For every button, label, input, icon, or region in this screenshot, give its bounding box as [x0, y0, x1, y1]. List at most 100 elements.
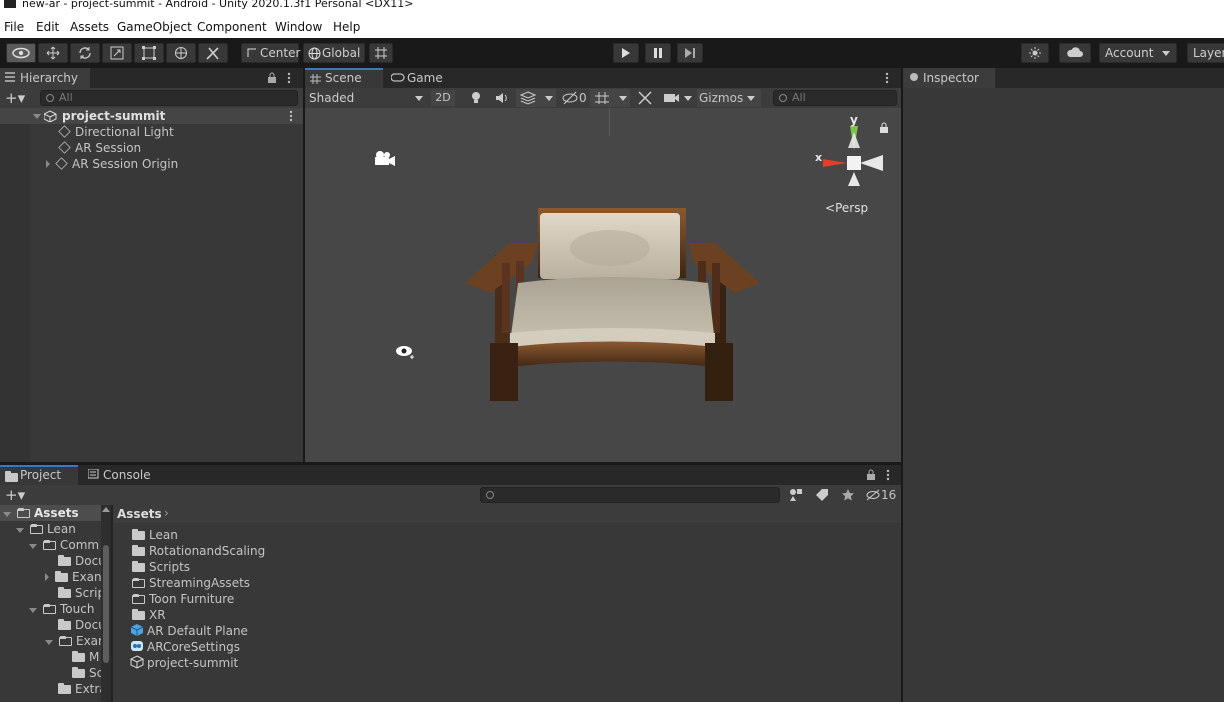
pause-button[interactable] [645, 43, 671, 63]
move-tool-button[interactable] [38, 43, 68, 63]
asset-folder-xr[interactable]: XR [132, 607, 166, 623]
more-options-icon[interactable] [886, 469, 890, 481]
play-button[interactable] [613, 43, 639, 63]
expand-arrow-icon[interactable] [45, 573, 49, 581]
lock-icon[interactable] [267, 72, 277, 83]
layers-dropdown[interactable]: Layers [1187, 43, 1224, 63]
menu-gameobject[interactable]: GameObject [117, 20, 192, 34]
gizmos-dropdown[interactable]: Gizmos [697, 89, 761, 107]
menu-help[interactable]: Help [333, 20, 360, 34]
tree-item-touch[interactable]: Touch [29, 601, 94, 617]
projection-toggle[interactable]: <Persp [825, 201, 868, 215]
scene-viewport[interactable]: y x <Persp [305, 108, 901, 462]
asset-folder-rotationandscaling[interactable]: RotationandScaling [132, 543, 265, 559]
asset-folder-scripts[interactable]: Scripts [132, 559, 190, 575]
tree-item-touch-examples[interactable]: Exan [45, 633, 106, 649]
camera-gizmo-icon[interactable] [373, 150, 397, 168]
more-options-icon[interactable] [287, 72, 291, 84]
draw-mode-dropdown[interactable]: Shaded [309, 90, 425, 106]
create-asset-button[interactable]: +▾ [5, 486, 25, 504]
effects-dropdown[interactable] [516, 89, 556, 107]
tab-project[interactable]: Project [0, 465, 78, 485]
asset-folder-streamingassets[interactable]: StreamingAssets [132, 575, 250, 591]
menu-edit[interactable]: Edit [36, 20, 59, 34]
hidden-packages-icon[interactable] [866, 489, 881, 501]
tree-item-assets[interactable]: Assets [3, 505, 79, 521]
gizmo-lock-icon[interactable] [879, 122, 889, 133]
cloud-icon [1067, 47, 1083, 57]
hidden-objects-icon[interactable] [562, 91, 578, 105]
collapse-arrow-icon[interactable] [16, 528, 24, 533]
account-dropdown[interactable]: Account [1099, 43, 1177, 63]
camera-settings-dropdown[interactable] [662, 89, 696, 107]
tree-item-extras[interactable]: Extra [58, 681, 107, 697]
scene-more-icon[interactable] [885, 72, 889, 84]
collapse-arrow-icon[interactable] [29, 608, 37, 613]
hierarchy-search-input[interactable]: All [40, 90, 298, 106]
asset-arcore-settings[interactable]: ARCoreSettings [130, 639, 240, 655]
armchair-model[interactable] [460, 203, 765, 403]
asset-scene-project-summit[interactable]: project-summit [130, 655, 238, 671]
label-tag-icon[interactable] [815, 488, 829, 502]
grid-dropdown[interactable] [590, 89, 630, 107]
transform-tool-button[interactable] [166, 43, 196, 63]
tree-item-touch-docs[interactable]: Docu [58, 617, 106, 633]
scene-search-input[interactable]: All [773, 90, 897, 106]
effects-layers-icon [520, 91, 536, 105]
component-tools-icon[interactable] [638, 91, 652, 105]
scroll-up-arrow-icon[interactable] [102, 507, 110, 512]
asset-prefab-ar-default-plane[interactable]: AR Default Plane [130, 623, 248, 639]
rotate-tool-button[interactable] [70, 43, 100, 63]
tree-scrollbar[interactable] [101, 505, 111, 702]
search-by-type-icon[interactable] [789, 488, 803, 502]
create-button[interactable]: +▾ [5, 89, 25, 107]
collapse-arrow-icon[interactable] [29, 544, 37, 549]
2d-toggle[interactable]: 2D [431, 90, 455, 106]
favorite-star-icon[interactable] [841, 488, 855, 502]
tree-item-materials[interactable]: M [72, 649, 99, 665]
menu-assets[interactable]: Assets [70, 20, 109, 34]
collab-button[interactable] [1021, 43, 1049, 63]
tree-item-lean[interactable]: Lean [16, 521, 76, 537]
tab-inspector[interactable]: Inspector [903, 68, 995, 88]
lock-icon[interactable] [866, 469, 876, 480]
rect-tool-button[interactable] [134, 43, 164, 63]
pivot-toggle[interactable]: Center [241, 43, 300, 63]
breadcrumb-assets[interactable]: Assets [117, 507, 162, 521]
custom-tool-button[interactable] [198, 43, 228, 63]
menu-window[interactable]: Window [275, 20, 322, 34]
hierarchy-item-ar-session-origin[interactable]: AR Session Origin [46, 156, 178, 172]
project-search-input[interactable] [480, 487, 780, 503]
tab-console[interactable]: Console [83, 465, 163, 485]
expand-arrow-icon[interactable] [46, 160, 50, 168]
tree-item-examples[interactable]: Exan [45, 569, 102, 585]
tab-game[interactable]: Game [387, 68, 457, 88]
scene-row[interactable]: project-summit [0, 108, 303, 124]
audio-speaker-icon[interactable] [495, 91, 509, 105]
menu-file[interactable]: File [4, 20, 24, 34]
view-tool-button[interactable] [6, 43, 36, 63]
space-toggle[interactable]: Global [303, 43, 365, 63]
collapse-arrow-icon[interactable] [33, 114, 41, 119]
hierarchy-item-directional-light[interactable]: Directional Light [58, 124, 174, 140]
cloud-button[interactable] [1059, 43, 1091, 63]
tab-scene[interactable]: Scene [305, 68, 383, 88]
item-label: AR Session [75, 141, 142, 155]
collapse-arrow-icon[interactable] [45, 640, 53, 645]
collapse-arrow-icon[interactable] [3, 512, 11, 517]
scene-options-icon[interactable] [289, 110, 293, 122]
hierarchy-item-ar-session[interactable]: AR Session [58, 140, 142, 156]
asset-folder-lean[interactable]: Lean [132, 527, 178, 543]
scrollbar-thumb[interactable] [103, 545, 109, 663]
scale-tool-button[interactable] [102, 43, 132, 63]
tree-item-docs[interactable]: Docu [58, 553, 106, 569]
menu-component[interactable]: Component [197, 20, 267, 34]
tree-item-scenes[interactable]: Sc [72, 665, 103, 681]
asset-folder-toon-furniture[interactable]: Toon Furniture [132, 591, 234, 607]
lighting-bulb-icon[interactable] [470, 91, 482, 105]
tree-item-common[interactable]: Comm [29, 537, 99, 553]
step-button[interactable] [677, 43, 703, 63]
tab-hierarchy[interactable]: Hierarchy [0, 68, 90, 88]
grid-snap-button[interactable] [369, 43, 393, 63]
tree-item-scripts[interactable]: Scrip [58, 585, 105, 601]
